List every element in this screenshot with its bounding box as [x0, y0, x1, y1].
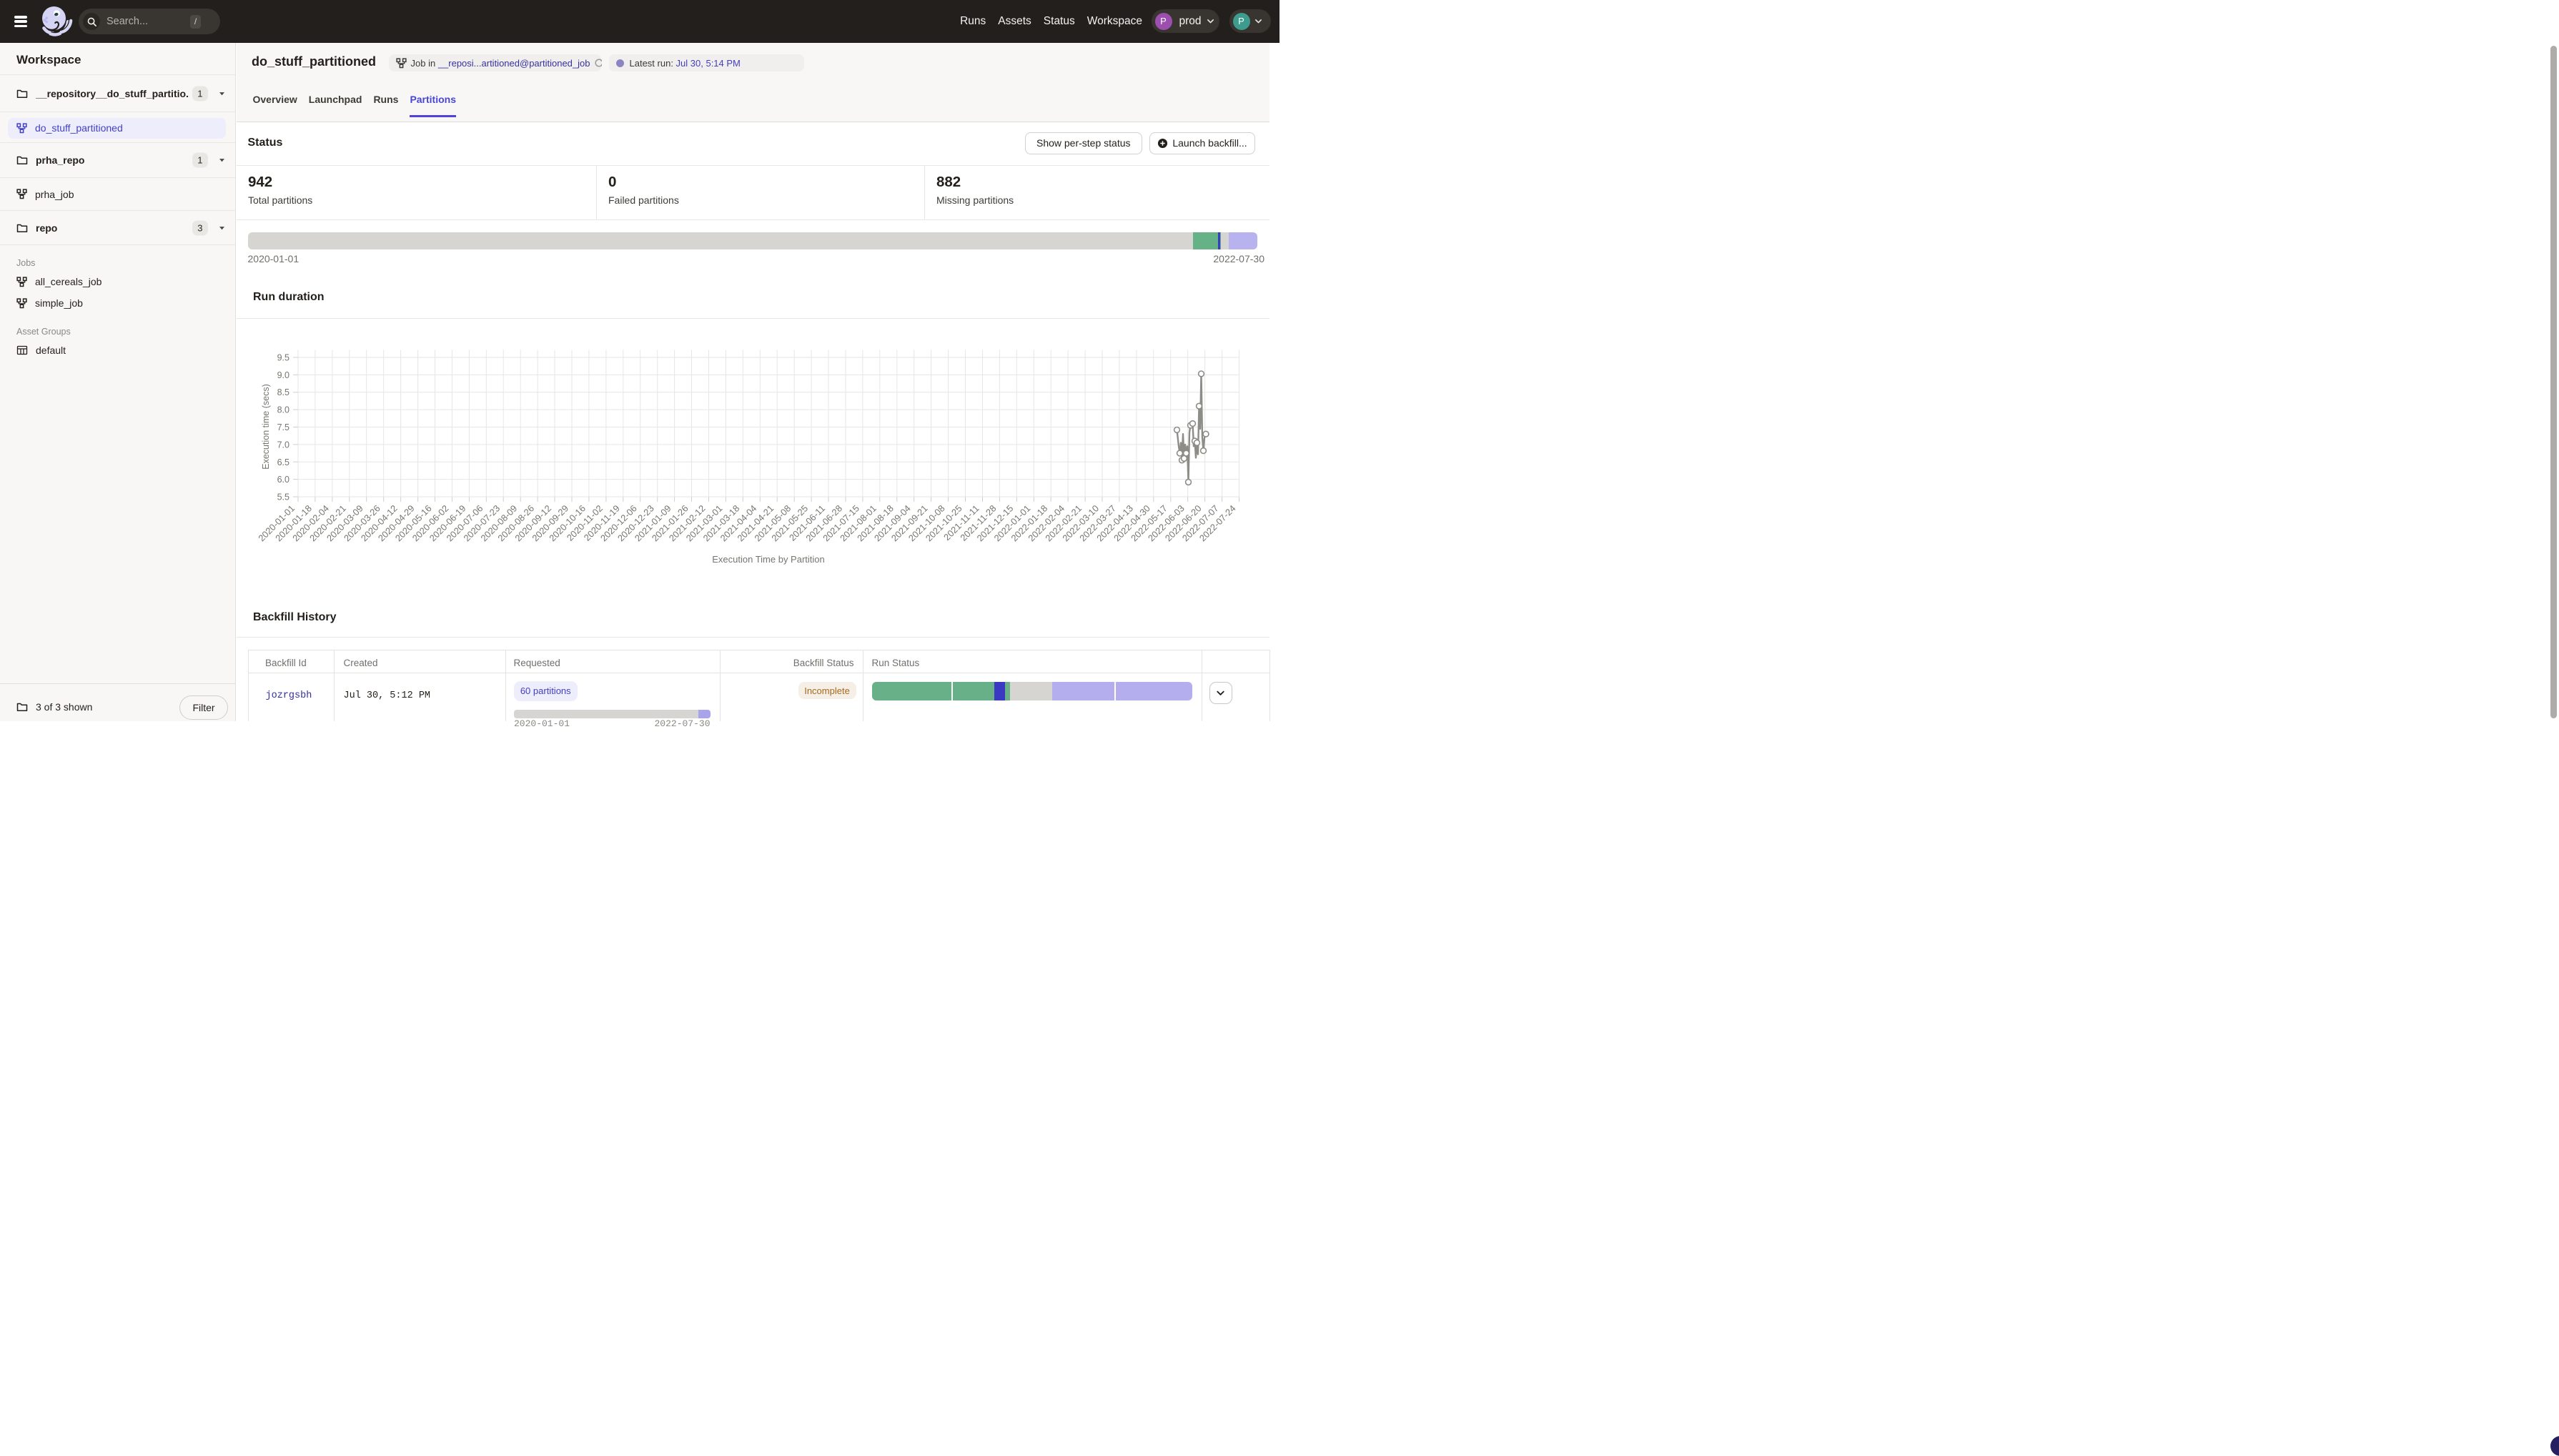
svg-text:6.0: 6.0 [277, 475, 289, 485]
svg-text:9.0: 9.0 [277, 370, 289, 380]
svg-text:8.0: 8.0 [277, 405, 289, 415]
svg-text:Execution time (secs): Execution time (secs) [261, 384, 271, 469]
svg-text:7.0: 7.0 [277, 440, 289, 450]
svg-text:7.5: 7.5 [277, 422, 289, 432]
svg-text:Execution Time by Partition: Execution Time by Partition [712, 554, 825, 565]
svg-text:6.5: 6.5 [277, 457, 289, 467]
svg-text:8.5: 8.5 [277, 387, 289, 397]
svg-text:5.5: 5.5 [277, 492, 289, 502]
svg-text:9.5: 9.5 [277, 353, 289, 363]
